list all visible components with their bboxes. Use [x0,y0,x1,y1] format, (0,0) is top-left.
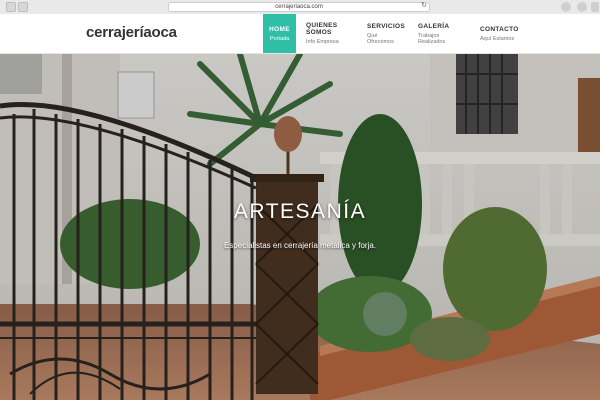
address-bar[interactable]: cerrajeriaoca.com [168,2,430,12]
nav-item-quienes-somos[interactable]: QUIENES SOMOS Info Empresa [296,14,357,53]
tabs-icon[interactable] [591,2,599,12]
nav-item-subtitle: Trabajos Realizados [418,32,446,45]
nav-item-home[interactable]: HOME Portada [263,14,296,53]
nav-item-galeria[interactable]: GALERÍA Trabajos Realizados [408,14,470,53]
nav-item-subtitle: Info Empresa [306,39,339,45]
share-icon[interactable] [577,2,587,12]
nav-item-title: HOME [269,25,290,33]
nav-item-title: CONTACTO [480,25,519,33]
site-header: cerrajeríaoca HOME Portada QUIENES SOMOS… [0,14,600,54]
hero-image [0,54,600,400]
nav-item-title: QUIENES SOMOS [306,22,338,36]
nav-item-subtitle: Aquí Estamos [480,35,515,42]
download-icon[interactable] [561,2,571,12]
back-icon[interactable] [6,2,16,12]
nav-item-title: SERVICIOS [367,22,405,30]
main-nav: HOME Portada QUIENES SOMOS Info Empresa … [263,14,526,53]
nav-item-subtitle: Qué Ofrecemos [367,32,394,45]
site-logo[interactable]: cerrajeríaoca [86,24,177,41]
hero-banner: ARTESANÍA Especialistas en cerrajería me… [0,54,600,400]
hero-title: ARTESANÍA [233,200,367,223]
browser-toolbar: cerrajeriaoca.com ↻ [0,0,600,15]
hero-subtitle: Especialistas en cerrajería metálica y f… [223,241,377,250]
forward-icon[interactable] [18,2,28,12]
nav-item-servicios[interactable]: SERVICIOS Qué Ofrecemos [357,14,408,53]
nav-item-subtitle: Portada [269,35,290,42]
nav-item-contacto[interactable]: CONTACTO Aquí Estamos [470,14,526,53]
nav-item-title: GALERÍA [418,22,450,30]
reload-icon[interactable]: ↻ [421,1,427,9]
